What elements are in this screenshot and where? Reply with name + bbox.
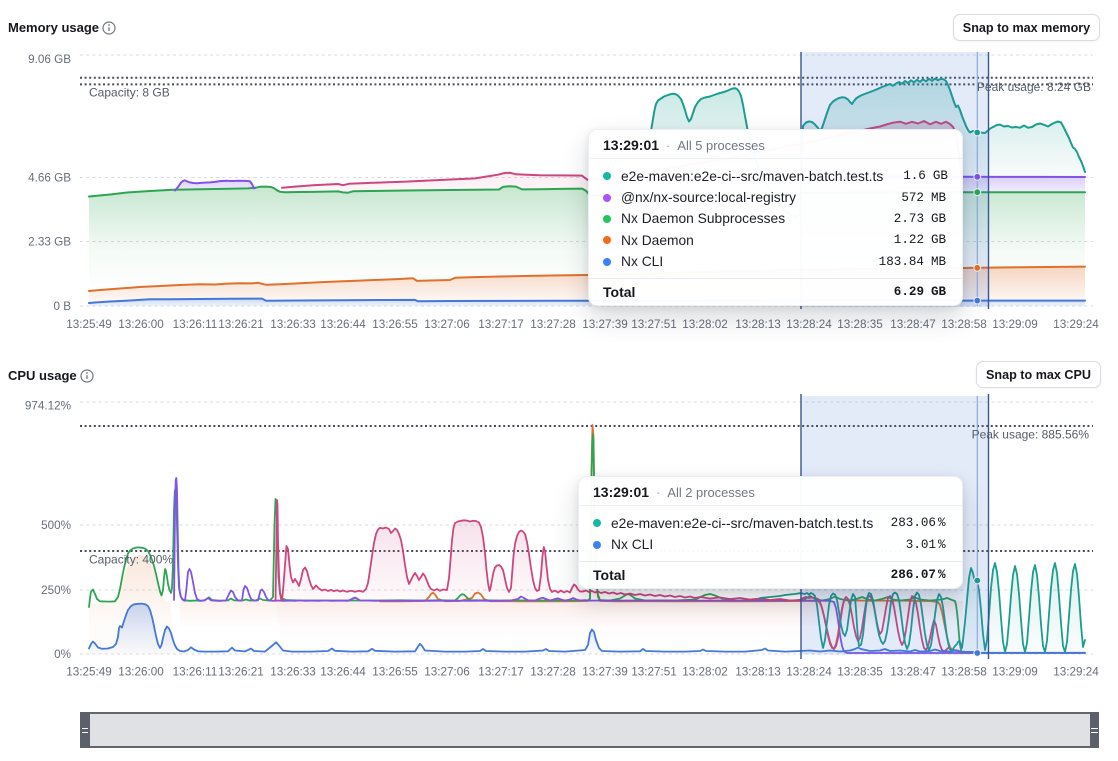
svg-text:13:28:24: 13:28:24 [786,666,832,679]
svg-text:Capacity: 400%: Capacity: 400% [89,553,173,567]
svg-text:13:28:02: 13:28:02 [682,666,728,679]
svg-text:13:25:49: 13:25:49 [66,318,112,331]
svg-text:500%: 500% [41,519,71,532]
svg-text:13:29:24: 13:29:24 [1053,318,1099,331]
svg-text:13:27:39: 13:27:39 [582,666,628,679]
svg-text:Capacity: 8 GB: Capacity: 8 GB [89,86,170,100]
svg-text:13:27:39: 13:27:39 [582,318,628,331]
svg-text:13:28:13: 13:28:13 [735,318,781,331]
svg-text:Peak usage: 8.24 GB: Peak usage: 8.24 GB [977,80,1091,94]
svg-text:13:25:49: 13:25:49 [66,666,112,679]
svg-text:13:27:17: 13:27:17 [478,318,524,331]
svg-text:13:26:55: 13:26:55 [372,666,418,679]
svg-text:13:26:33: 13:26:33 [270,666,316,679]
svg-text:13:27:51: 13:27:51 [631,318,677,331]
svg-text:13:26:55: 13:26:55 [372,318,418,331]
svg-text:250%: 250% [41,584,71,597]
svg-text:9.06 GB: 9.06 GB [28,53,71,66]
svg-text:13:28:35: 13:28:35 [837,666,883,679]
svg-text:13:26:21: 13:26:21 [218,318,264,331]
svg-text:13:28:47: 13:28:47 [890,666,936,679]
svg-text:13:28:58: 13:28:58 [941,666,987,679]
svg-text:13:26:00: 13:26:00 [118,318,164,331]
svg-text:13:29:09: 13:29:09 [992,666,1038,679]
svg-text:13:27:28: 13:27:28 [530,318,576,331]
svg-text:13:27:06: 13:27:06 [424,666,470,679]
svg-text:13:28:35: 13:28:35 [837,318,883,331]
svg-text:13:29:09: 13:29:09 [992,318,1038,331]
svg-text:0%: 0% [54,648,71,661]
svg-text:13:26:44: 13:26:44 [320,666,366,679]
svg-text:Peak usage: 885.56%: Peak usage: 885.56% [972,428,1090,442]
svg-text:13:27:28: 13:27:28 [530,666,576,679]
svg-text:13:28:47: 13:28:47 [890,318,936,331]
svg-text:13:27:06: 13:27:06 [424,318,470,331]
svg-text:13:27:51: 13:27:51 [631,666,677,679]
svg-text:13:27:17: 13:27:17 [478,666,524,679]
svg-text:13:26:11: 13:26:11 [173,666,218,679]
svg-text:2.33 GB: 2.33 GB [28,236,71,249]
svg-text:13:28:58: 13:28:58 [941,318,987,331]
svg-text:13:28:24: 13:28:24 [786,318,832,331]
svg-text:974.12%: 974.12% [25,400,71,413]
svg-text:13:29:24: 13:29:24 [1053,666,1099,679]
svg-text:13:26:00: 13:26:00 [118,666,164,679]
svg-text:13:28:02: 13:28:02 [682,318,728,331]
svg-text:13:26:21: 13:26:21 [218,666,264,679]
svg-text:13:26:44: 13:26:44 [320,318,366,331]
svg-text:0 B: 0 B [53,300,71,313]
svg-text:13:26:33: 13:26:33 [270,318,316,331]
svg-text:13:28:13: 13:28:13 [735,666,781,679]
svg-text:13:26:11: 13:26:11 [173,318,218,331]
svg-text:4.66 GB: 4.66 GB [28,172,71,185]
